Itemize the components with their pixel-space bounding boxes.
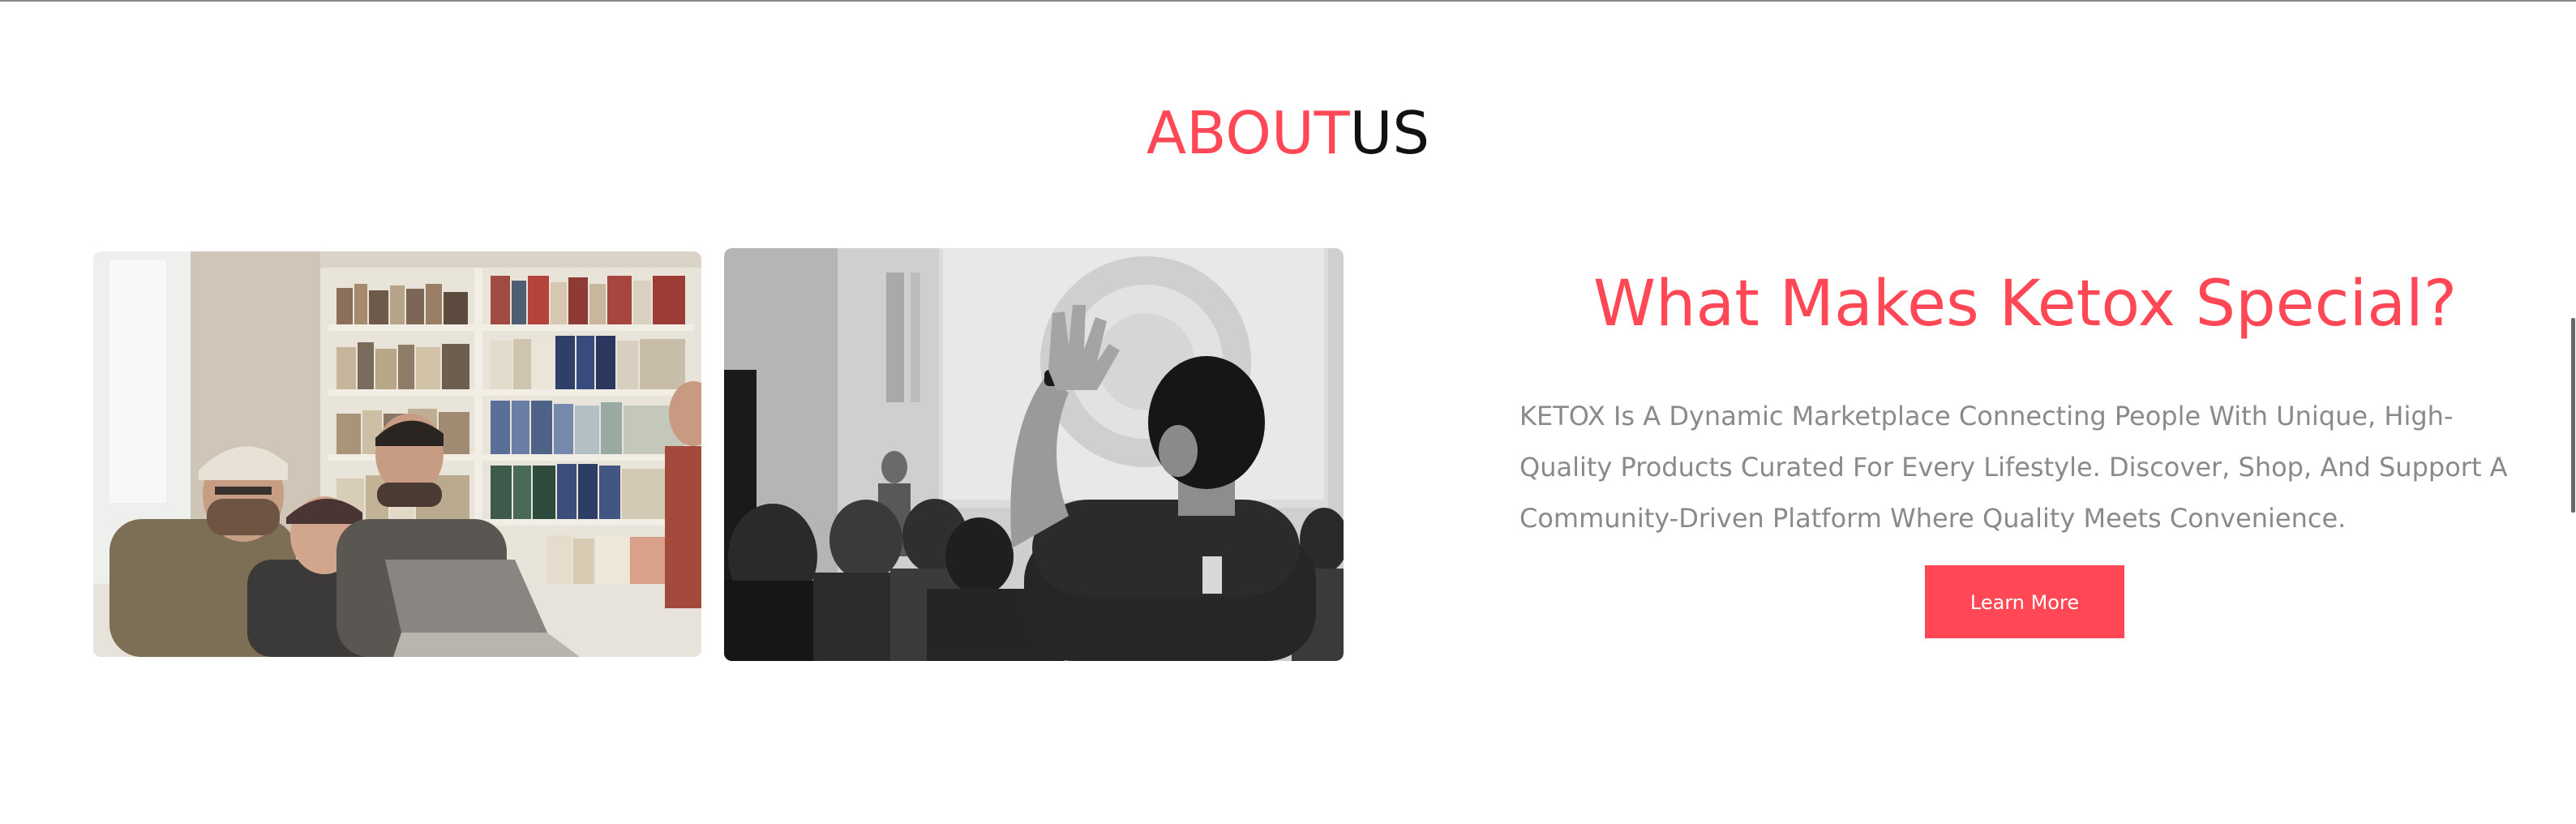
about-description: KETOX Is A Dynamic Marketplace Connectin… bbox=[1519, 401, 2508, 534]
team-library-photo bbox=[93, 251, 701, 657]
audience-raised-hand-photo bbox=[724, 248, 1344, 661]
learn-more-button[interactable]: Learn More bbox=[1925, 565, 2124, 638]
scrollbar-thumb[interactable] bbox=[2571, 318, 2575, 513]
section-title-rest: US bbox=[1349, 99, 1430, 167]
section-title-accent: ABOUT bbox=[1146, 99, 1350, 167]
about-us-page: ABOUTUS What Makes Ketox Special? KETOX … bbox=[0, 0, 2576, 824]
about-heading: What Makes Ketox Special? bbox=[1592, 268, 2458, 341]
section-title: ABOUTUS bbox=[0, 96, 2576, 170]
top-divider bbox=[0, 0, 2576, 2]
